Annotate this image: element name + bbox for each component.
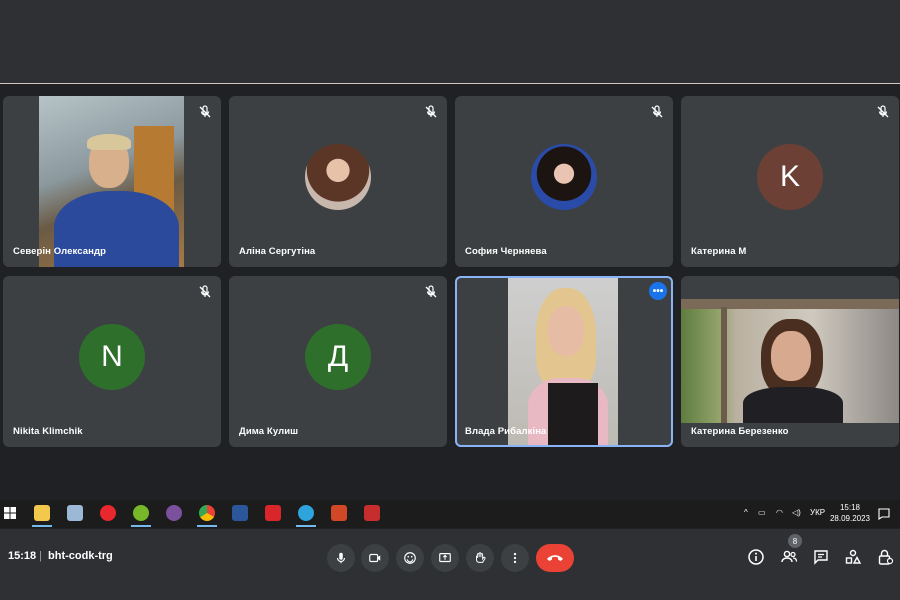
participant-name: София Черняева (465, 246, 547, 257)
host-controls-icon[interactable] (876, 548, 894, 566)
windows-start-icon[interactable] (4, 507, 16, 519)
activities-icon[interactable] (844, 548, 862, 566)
word-icon[interactable] (232, 505, 248, 521)
camera-icon (369, 553, 381, 563)
meeting-controls-bar: 15:18 | bht-codk-trg 8 (0, 534, 900, 579)
avatar-letter: K (779, 159, 800, 193)
telegram-icon[interactable] (298, 505, 314, 521)
language-indicator[interactable]: УКР (810, 508, 825, 517)
meeting-time: 15:18 (8, 550, 37, 562)
participant-name: Катерина М (691, 246, 747, 257)
info-icon[interactable] (747, 548, 765, 566)
avatar-letter: N (101, 339, 123, 373)
emoji-icon (404, 552, 416, 564)
mic-off-icon (425, 285, 437, 298)
people-count-badge: 8 (788, 534, 802, 548)
participant-tile[interactable]: K Катерина М (681, 96, 899, 267)
acrobat-icon[interactable] (265, 505, 281, 521)
clock-date: 28.09.2023 (829, 514, 870, 523)
volume-icon[interactable]: ◁) (792, 508, 801, 517)
divider: | (39, 550, 42, 562)
chat-icon[interactable] (812, 548, 830, 566)
participant-video (681, 299, 899, 423)
avatar-letter: Д (327, 339, 349, 373)
participant-name: Влада Рибалкіна (465, 426, 547, 437)
more-options-icon[interactable]: ••• (649, 282, 667, 300)
participant-tile[interactable]: Д Дима Кулиш (229, 276, 447, 447)
more-options-button[interactable] (501, 544, 529, 572)
participant-avatar: K (757, 143, 823, 210)
participant-tile[interactable]: Катерина Березенко (681, 276, 899, 447)
meet-window: Северін Олександр Аліна Сергутіна София … (0, 83, 900, 572)
mic-button[interactable] (327, 544, 355, 572)
more-options-icon (513, 552, 517, 564)
participant-video (508, 278, 618, 445)
opera-icon[interactable] (100, 505, 116, 521)
notepad-icon[interactable] (67, 505, 83, 521)
participant-name: Северін Олександр (13, 246, 107, 257)
camera-button[interactable] (361, 544, 389, 572)
wifi-icon[interactable]: ◠ (776, 508, 783, 517)
active-indicator (131, 525, 151, 527)
powerpoint-icon[interactable] (331, 505, 347, 521)
participant-avatar (531, 143, 597, 210)
mic-off-icon (651, 105, 663, 118)
participant-name: Аліна Сергутіна (239, 246, 316, 257)
participant-video (39, 96, 184, 267)
file-explorer-icon[interactable] (34, 505, 50, 521)
participant-name: Дима Кулиш (239, 426, 299, 437)
participant-avatar: N (79, 323, 145, 390)
end-call-button[interactable] (536, 544, 574, 572)
taskbar-clock[interactable]: 15:18 28.09.2023 (830, 502, 870, 524)
participant-tile[interactable]: София Черняева (455, 96, 673, 267)
viber-icon[interactable] (166, 505, 182, 521)
present-icon (439, 553, 451, 563)
participant-avatar (305, 143, 371, 210)
clock-time: 15:18 (839, 503, 860, 512)
tray-chevron-icon[interactable]: ^ (744, 508, 748, 517)
mic-off-icon (425, 105, 437, 118)
participant-tile-speaking[interactable]: ••• Влада Рибалкіна (455, 276, 673, 447)
mic-off-icon (877, 105, 889, 118)
windows-taskbar: ^ ▭ ◠ ◁) УКР 15:18 28.09.2023 (0, 500, 900, 528)
active-indicator (197, 525, 217, 527)
participant-name: Катерина Березенко (691, 426, 789, 437)
participant-name: Nikita Klimchik (13, 426, 83, 437)
mic-off-icon (199, 285, 211, 298)
mic-off-icon (199, 105, 211, 118)
participant-tile[interactable]: N Nikita Klimchik (3, 276, 221, 447)
notifications-icon[interactable] (878, 508, 890, 520)
screen-recorder-icon[interactable] (364, 505, 380, 521)
emoji-button[interactable] (396, 544, 424, 572)
present-button[interactable] (431, 544, 459, 572)
people-icon[interactable] (780, 548, 798, 566)
participant-tile[interactable]: Северін Олександр (3, 96, 221, 267)
meeting-code: bht-codk-trg (48, 550, 113, 562)
end-call-icon (547, 555, 563, 561)
raise-hand-button[interactable] (466, 544, 494, 572)
active-indicator (296, 525, 316, 527)
participant-tile[interactable]: Аліна Сергутіна (229, 96, 447, 267)
active-indicator (32, 525, 52, 527)
battery-icon[interactable]: ▭ (758, 508, 766, 517)
raise-hand-icon (476, 552, 486, 563)
chrome-icon[interactable] (199, 505, 215, 521)
mic-icon (336, 552, 346, 564)
participant-avatar: Д (305, 323, 371, 390)
utorrent-icon[interactable] (133, 505, 149, 521)
